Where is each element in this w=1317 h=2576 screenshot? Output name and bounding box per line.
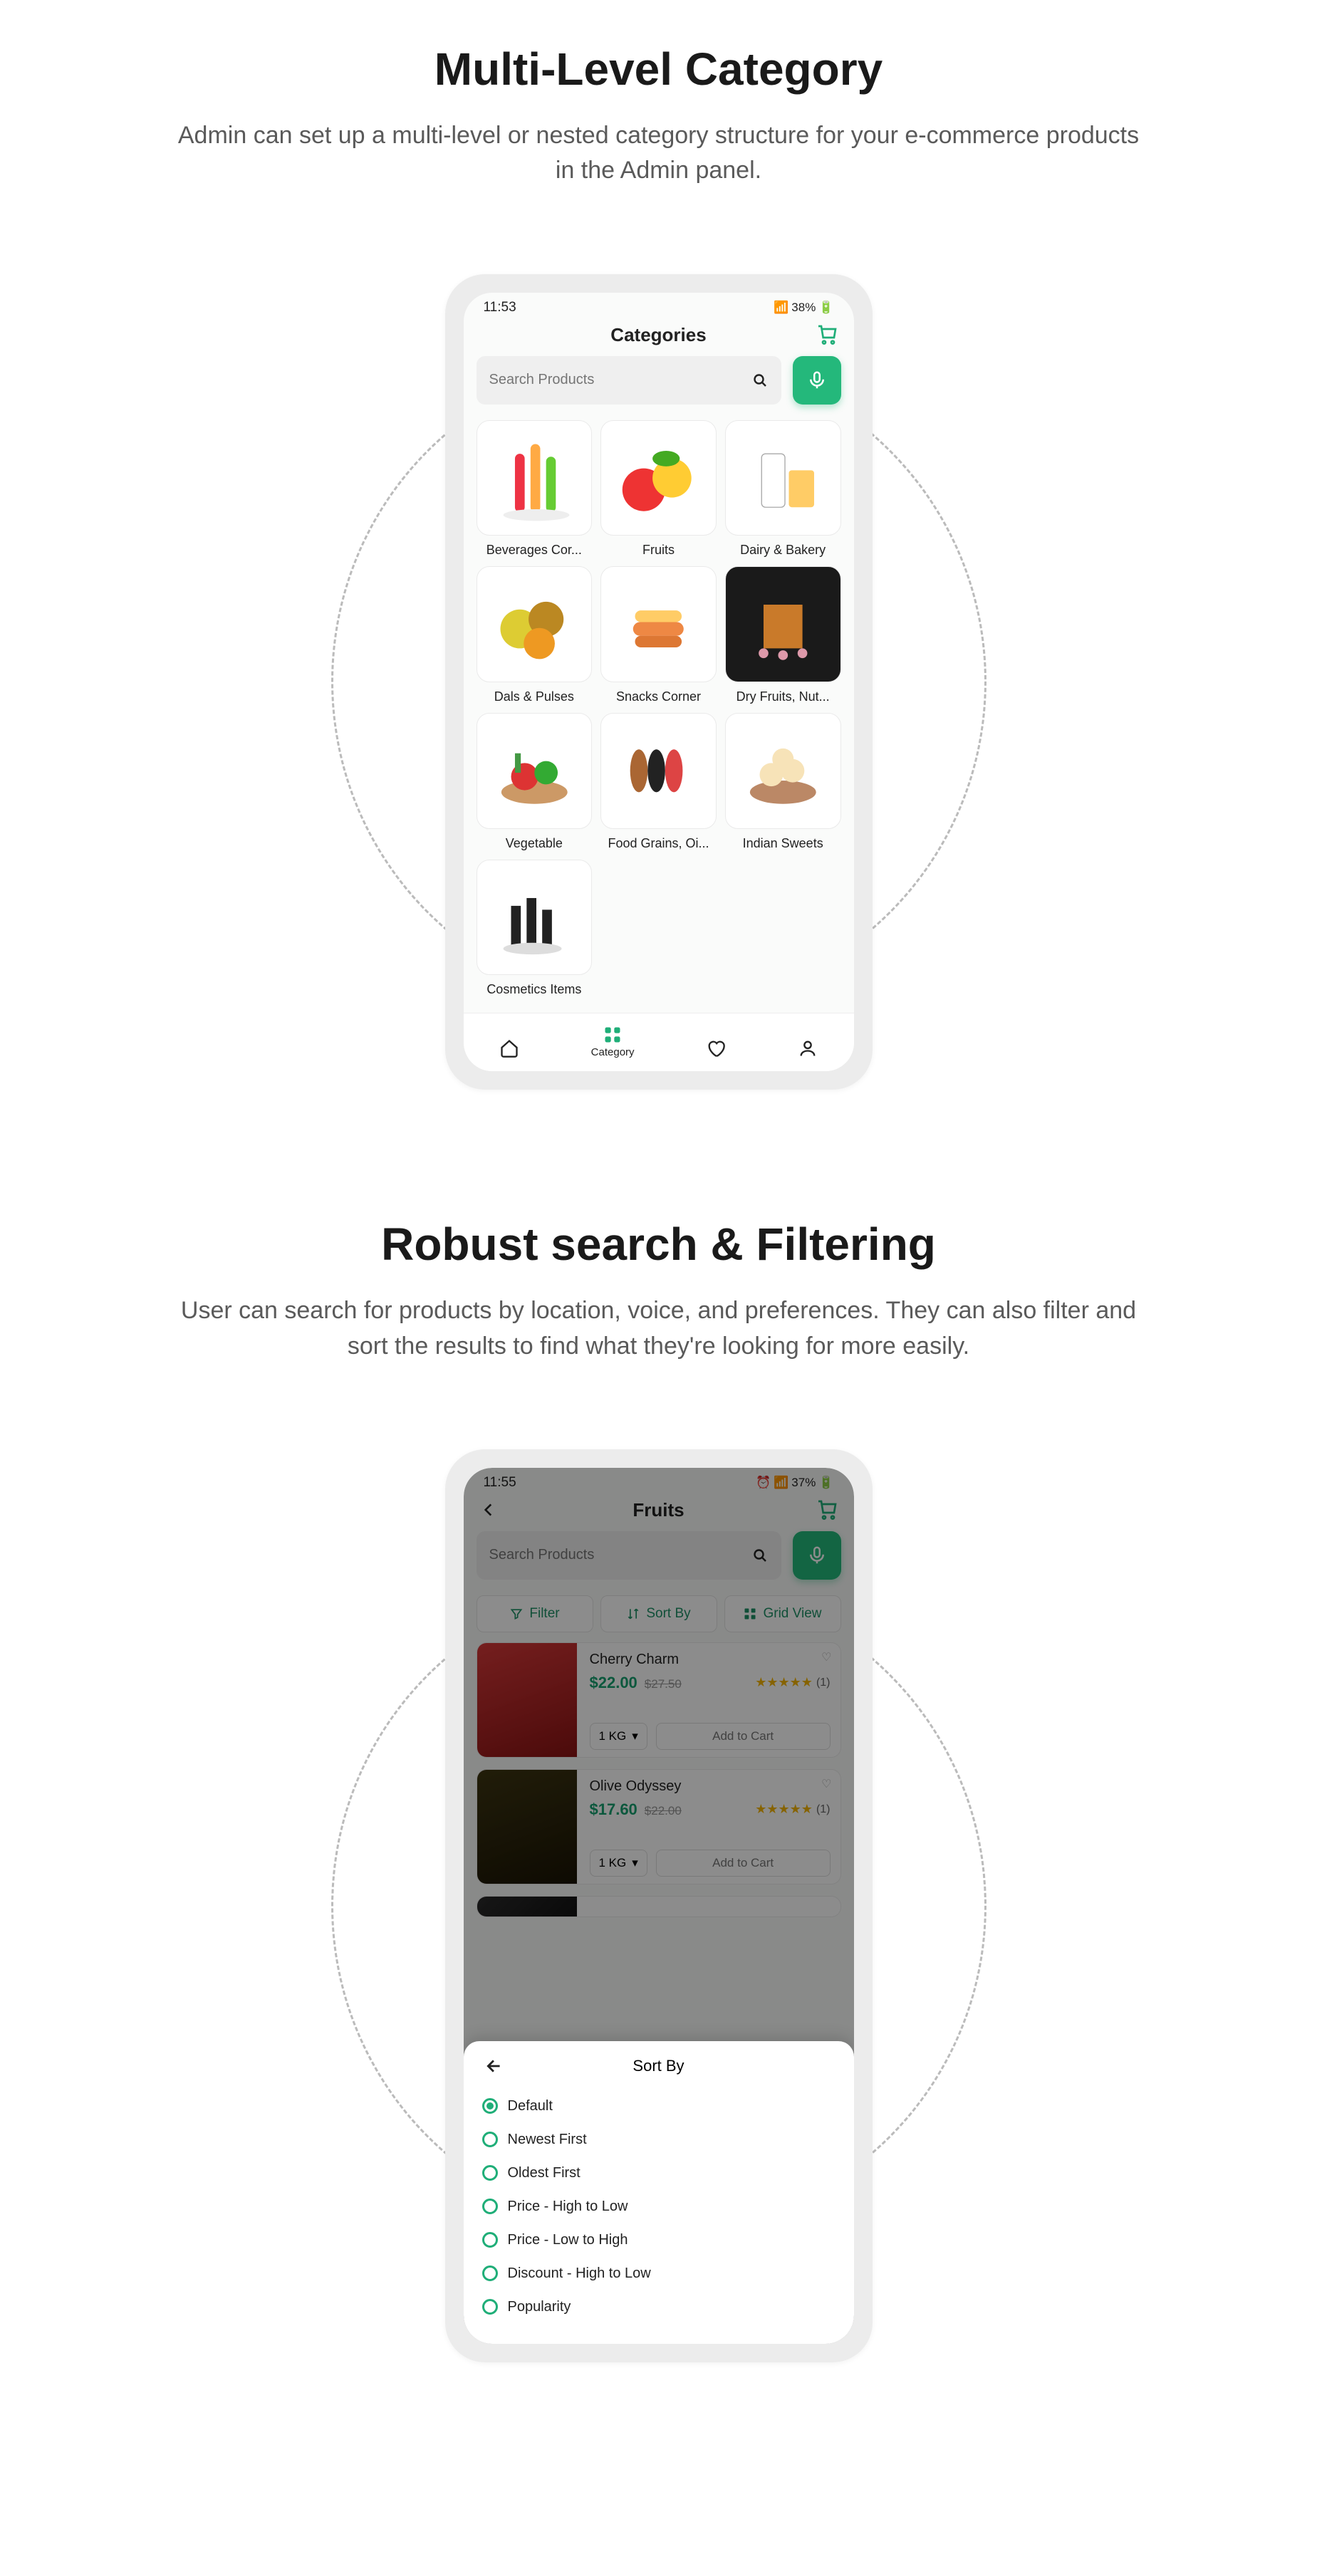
search-icon[interactable] [751, 372, 769, 389]
nav-home[interactable] [499, 1038, 519, 1058]
page-title: Categories [610, 324, 706, 346]
sort-option-label: Price - Low to High [508, 2232, 628, 2248]
sort-option[interactable]: Popularity [482, 2290, 836, 2324]
cart-icon[interactable] [816, 323, 838, 346]
sort-option-label: Price - High to Low [508, 2199, 628, 2215]
search-input[interactable] [489, 372, 713, 388]
section2-title: Robust search & Filtering [381, 1218, 936, 1271]
sort-option[interactable]: Price - High to Low [482, 2190, 836, 2223]
nav-category-label: Category [591, 1046, 635, 1058]
category-label: Dry Fruits, Nut... [736, 689, 830, 704]
radio-icon [482, 2132, 498, 2147]
category-label: Vegetable [506, 836, 563, 851]
category-image [725, 566, 841, 682]
radio-icon [482, 2199, 498, 2214]
section1-title: Multi-Level Category [434, 43, 883, 95]
bottom-nav: Category [464, 1013, 854, 1071]
radio-icon [482, 2265, 498, 2281]
signal-icon: 📶 [774, 301, 788, 315]
category-card[interactable]: Snacks Corner [600, 566, 717, 704]
sheet-header: Sort By [482, 2057, 836, 2075]
category-card[interactable]: Fruits [600, 420, 717, 558]
category-card[interactable]: Indian Sweets [725, 713, 841, 851]
category-image [477, 713, 593, 829]
status-right: 📶 38% 🔋 [774, 301, 833, 315]
category-image [600, 420, 717, 536]
category-card[interactable]: Dairy & Bakery [725, 420, 841, 558]
nav-favorites[interactable] [706, 1038, 726, 1058]
sheet-back-icon[interactable] [485, 2057, 504, 2075]
phone-screen-1: 11:53 📶 38% 🔋 Categories [464, 293, 854, 1072]
category-image [600, 713, 717, 829]
section1-desc: Admin can set up a multi-level or nested… [178, 118, 1140, 189]
section-search-filtering: Robust search & Filtering User can searc… [0, 1218, 1317, 2362]
phone-screen-2: 11:55 ⏰ 📶 37% 🔋 Fruits [464, 1468, 854, 2344]
battery-icon: 🔋 [818, 301, 833, 315]
radio-icon [482, 2232, 498, 2248]
category-image [725, 420, 841, 536]
sort-option[interactable]: Default [482, 2090, 836, 2123]
category-card[interactable]: Food Grains, Oi... [600, 713, 717, 851]
category-card[interactable]: Dry Fruits, Nut... [725, 566, 841, 704]
section2-desc: User can search for products by location… [178, 1293, 1140, 1364]
category-label: Fruits [642, 543, 675, 558]
category-label: Dairy & Bakery [740, 543, 826, 558]
category-image [477, 420, 593, 536]
sort-by-sheet: Sort By Default Newest First Oldest Firs… [464, 2041, 854, 2344]
radio-icon [482, 2098, 498, 2114]
phone-frame-wrap-2: 11:55 ⏰ 📶 37% 🔋 Fruits [445, 1449, 873, 2362]
nav-category[interactable]: Category [591, 1025, 635, 1058]
sort-option[interactable]: Discount - High to Low [482, 2257, 836, 2290]
category-grid: Beverages Cor... Fruits Dairy & Bakery D… [464, 420, 854, 1013]
sort-option[interactable]: Oldest First [482, 2157, 836, 2190]
category-image [477, 860, 593, 976]
sort-option-label: Popularity [508, 2299, 571, 2315]
sort-option-label: Default [508, 2098, 553, 2114]
status-bar: 11:53 📶 38% 🔋 [464, 293, 854, 318]
search-box[interactable] [477, 356, 781, 405]
sort-option-label: Oldest First [508, 2165, 581, 2181]
category-card[interactable]: Vegetable [477, 713, 593, 851]
phone-frame-wrap-1: 11:53 📶 38% 🔋 Categories [445, 274, 873, 1090]
section-multi-level-category: Multi-Level Category Admin can set up a … [0, 43, 1317, 1090]
page-header: Categories [464, 318, 854, 356]
radio-icon [482, 2165, 498, 2181]
phone-mock-2: 11:55 ⏰ 📶 37% 🔋 Fruits [445, 1449, 873, 2362]
category-label: Beverages Cor... [486, 543, 582, 558]
category-card[interactable]: Beverages Cor... [477, 420, 593, 558]
radio-icon [482, 2299, 498, 2315]
category-label: Dals & Pulses [494, 689, 574, 704]
phone-mock-1: 11:53 📶 38% 🔋 Categories [445, 274, 873, 1090]
search-row [464, 356, 854, 420]
category-card[interactable]: Cosmetics Items [477, 860, 593, 998]
status-time: 11:53 [484, 300, 516, 316]
category-label: Indian Sweets [743, 836, 823, 851]
voice-search-button[interactable] [793, 356, 841, 405]
category-label: Snacks Corner [616, 689, 701, 704]
sort-option-label: Discount - High to Low [508, 2265, 651, 2282]
category-image [725, 713, 841, 829]
battery-text: 38% [791, 301, 816, 315]
category-card[interactable]: Dals & Pulses [477, 566, 593, 704]
sort-option-label: Newest First [508, 2132, 587, 2148]
category-image [600, 566, 717, 682]
category-label: Food Grains, Oi... [608, 836, 709, 851]
category-label: Cosmetics Items [486, 982, 581, 997]
category-image [477, 566, 593, 682]
nav-profile[interactable] [798, 1038, 818, 1058]
sheet-title: Sort By [633, 2057, 684, 2075]
sort-option[interactable]: Newest First [482, 2123, 836, 2157]
sort-option[interactable]: Price - Low to High [482, 2223, 836, 2257]
